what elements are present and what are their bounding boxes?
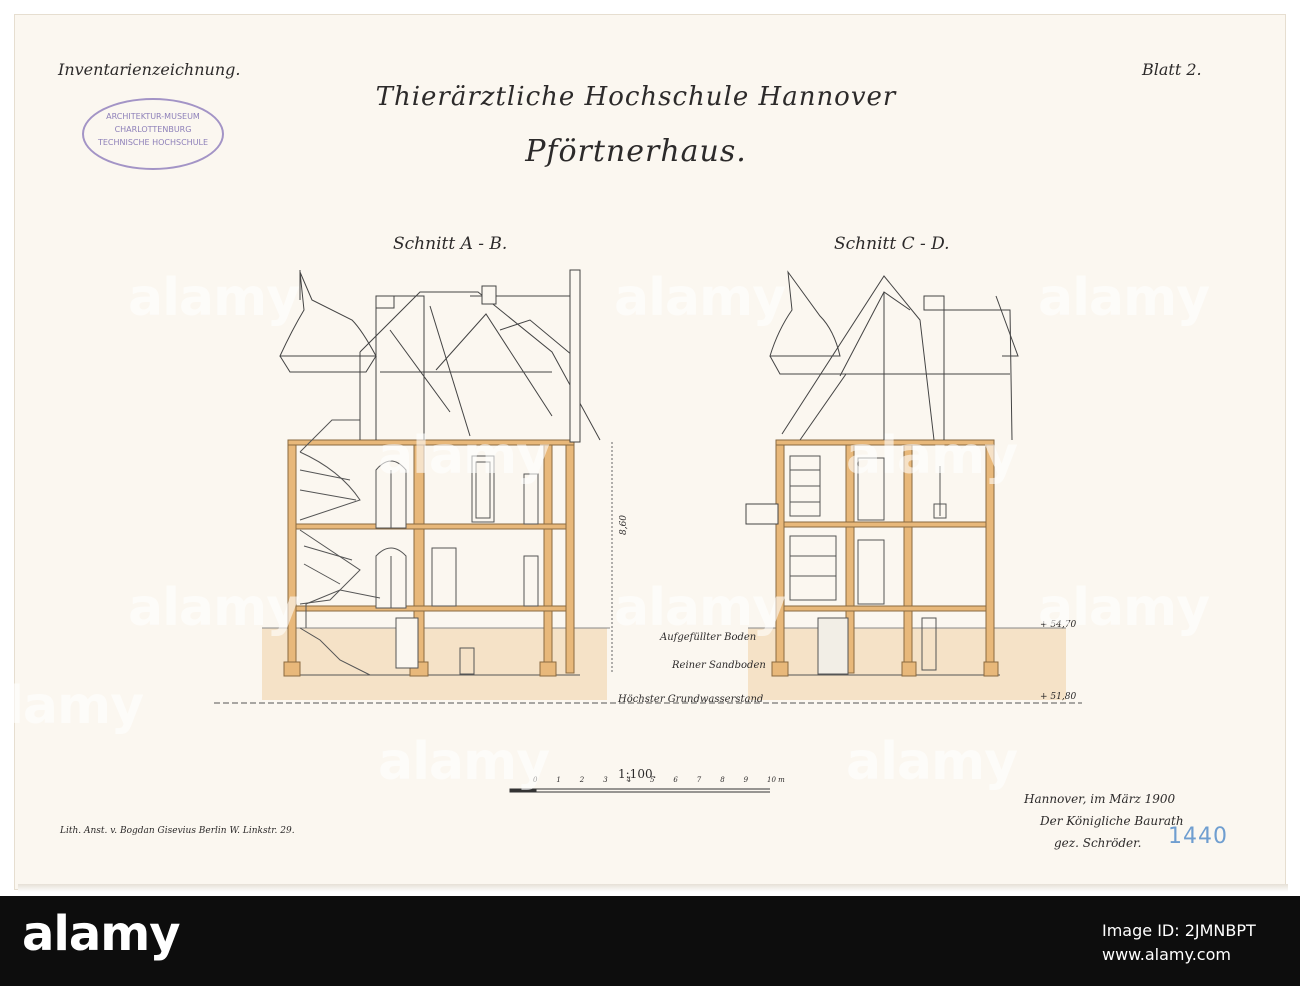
scale-bar xyxy=(509,788,770,793)
alamy-logo: alamy xyxy=(22,906,181,962)
ab-floor-3 xyxy=(295,605,567,612)
stamp-line-3: TECHNISCHE HOCHSCHULE xyxy=(97,138,209,147)
scale-tick-label: 2 xyxy=(579,776,585,784)
cd-floor-2 xyxy=(783,521,987,528)
cd-balcony xyxy=(745,503,779,525)
signature: gez. Schröder. xyxy=(1054,836,1142,850)
level-upper: + 54,70 xyxy=(1040,620,1077,630)
cd-wall-mid2 xyxy=(903,442,913,674)
scale-tick-label: 1 xyxy=(556,776,561,784)
sand-soil-label: Reiner Sandboden xyxy=(672,660,766,671)
ab-wall-right xyxy=(565,442,575,674)
printer-note: Lith. Anst. v. Bogdan Gisevius Berlin W.… xyxy=(60,826,295,836)
cd-floor-3 xyxy=(783,605,987,612)
stamp-line-1: ARCHITEKTUR-MUSEUM xyxy=(106,112,200,121)
scale-tick-label: 8 xyxy=(720,776,725,784)
scale-tick-label: 6 xyxy=(673,776,678,784)
scale-tick-label: 4 xyxy=(626,776,632,784)
section-cd xyxy=(745,270,1019,677)
museum-stamp: ARCHITEKTUR-MUSEUM CHARLOTTENBURG TECHNI… xyxy=(82,98,224,170)
place-date: Hannover, im März 1900 xyxy=(1024,792,1176,806)
scale-tick-label: 7 xyxy=(696,776,702,784)
cd-floor-1 xyxy=(775,439,995,446)
cd-roof xyxy=(769,270,1019,441)
scale-tick-label: 5 xyxy=(650,776,655,784)
section-ab xyxy=(279,269,613,677)
scale-tick-label: 0 xyxy=(533,776,538,784)
image-id: Image ID: 2JMNBPT xyxy=(1102,921,1256,940)
fill-soil-label: Aufgefüllter Boden xyxy=(660,632,757,643)
height-dimension: 8,60 xyxy=(619,514,630,536)
ab-roof xyxy=(279,269,601,443)
level-lower: + 51,80 xyxy=(1040,692,1077,702)
scale-tick-label: 3 xyxy=(603,776,608,784)
drawing-type-label: Inventarienzeichnung. xyxy=(58,60,241,79)
office-title: Der Königliche Baurath xyxy=(1040,814,1184,828)
section-ab-label: Schnitt A - B. xyxy=(393,234,508,254)
ab-floor-2 xyxy=(295,523,567,530)
section-cd-label: Schnitt C - D. xyxy=(834,234,950,254)
site-url: www.alamy.com xyxy=(1102,945,1231,964)
stock-footer xyxy=(0,896,1300,986)
groundwater-label: Höchster Grundwasserstand xyxy=(618,694,764,705)
scale-tick-label: 10 m xyxy=(767,776,785,784)
archive-number: 1440 xyxy=(1168,824,1228,849)
ab-wall-left xyxy=(287,442,297,674)
cd-wall-left xyxy=(775,442,785,674)
ab-wall-mid2 xyxy=(543,442,553,674)
ab-floor-1 xyxy=(287,439,575,446)
sheet-number: Blatt 2. xyxy=(1142,60,1202,79)
cd-wall-right xyxy=(985,442,995,674)
stamp-line-2: CHARLOTTENBURG xyxy=(114,125,192,134)
scale-tick-label: 9 xyxy=(743,776,749,784)
